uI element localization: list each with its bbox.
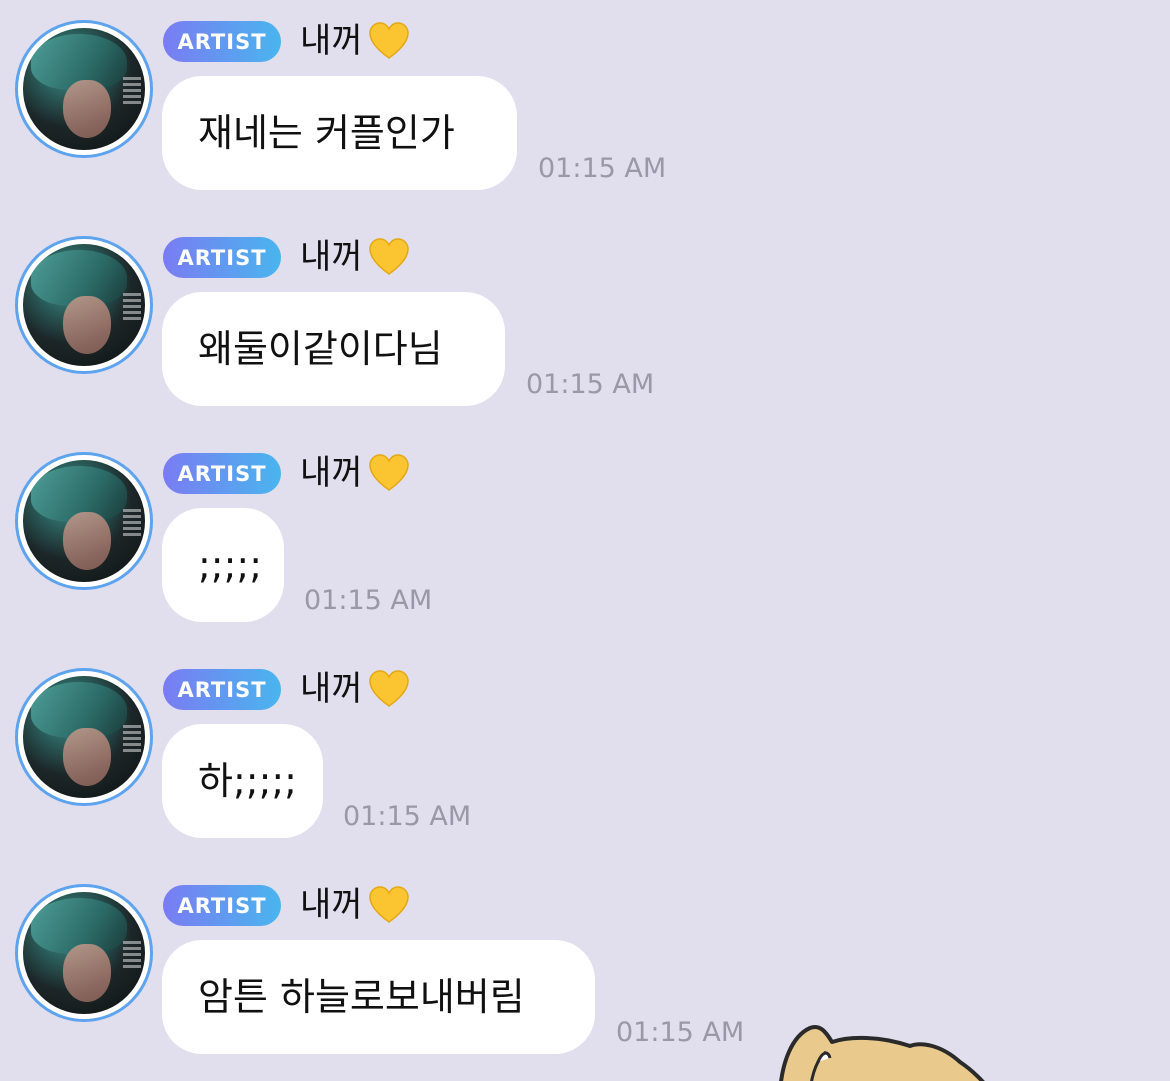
message-bubble[interactable]: ;;;;; [162,508,284,622]
avatar-photo [23,892,145,1014]
avatar-photo [23,28,145,150]
artist-badge: ARTIST [163,453,281,494]
sender-name[interactable]: 내꺼 [300,666,411,712]
avatar-photo [23,676,145,798]
message-row: ARTIST 내꺼 ;;;;; 01:15 AM [0,432,1170,648]
artist-avatar[interactable] [15,884,153,1022]
message-bubble[interactable]: 왜둘이같이다님 [162,292,505,406]
message-bubble[interactable]: 재네는 커플인가 [162,76,517,190]
artist-badge: ARTIST [163,237,281,278]
artist-badge: ARTIST [163,669,281,710]
sender-name-text: 내꺼 [300,885,363,925]
message-timestamp: 01:15 AM [538,153,667,184]
message-row: ARTIST 내꺼 재네는 커플인가 01:15 AM [0,0,1170,216]
artist-badge: ARTIST [163,21,281,62]
artist-avatar[interactable] [15,20,153,158]
yellow-heart-icon [368,670,409,707]
yellow-heart-icon [368,886,409,923]
message-timestamp: 01:15 AM [616,1017,745,1048]
message-bubble[interactable]: 암튼 하늘로보내버림 [162,940,595,1054]
yellow-heart-icon [368,454,409,491]
artist-avatar[interactable] [15,236,153,374]
message-bubble[interactable]: 하;;;;; [162,724,323,838]
artist-avatar[interactable] [15,668,153,806]
sender-name-text: 내꺼 [300,669,363,709]
artist-avatar[interactable] [15,452,153,590]
sender-name[interactable]: 내꺼 [300,882,411,928]
avatar-photo [23,244,145,366]
avatar-photo [23,460,145,582]
sender-name-text: 내꺼 [300,237,363,277]
dog-sticker-icon [779,1025,985,1081]
yellow-heart-icon [368,238,409,275]
yellow-heart-icon [368,22,409,59]
message-timestamp: 01:15 AM [343,801,472,832]
message-timestamp: 01:15 AM [304,585,433,616]
sender-name[interactable]: 내꺼 [300,450,411,496]
message-row: ARTIST 내꺼 왜둘이같이다님 01:15 AM [0,216,1170,432]
artist-badge: ARTIST [163,885,281,926]
chat-thread: ARTIST 내꺼 재네는 커플인가 01:15 AM ARTIST 내꺼 왜둘… [0,0,1170,1081]
sender-name[interactable]: 내꺼 [300,234,411,280]
sender-name[interactable]: 내꺼 [300,18,411,64]
sender-name-text: 내꺼 [300,21,363,61]
message-row: ARTIST 내꺼 하;;;;; 01:15 AM [0,648,1170,864]
message-timestamp: 01:15 AM [526,369,655,400]
sender-name-text: 내꺼 [300,453,363,493]
